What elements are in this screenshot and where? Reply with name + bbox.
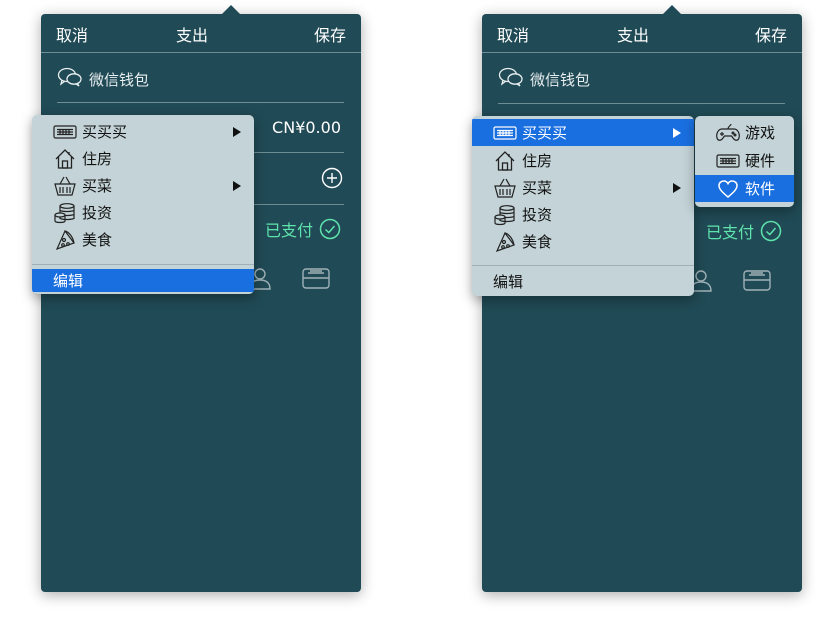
divider — [57, 102, 344, 103]
cancel-button[interactable]: 取消 — [56, 22, 88, 46]
wechat-icon — [57, 66, 89, 92]
check-circle-icon — [760, 220, 782, 242]
save-button[interactable]: 保存 — [755, 22, 787, 46]
save-button[interactable]: 保存 — [314, 22, 346, 46]
menu-item-groceries[interactable]: 买菜 — [32, 172, 254, 199]
menu-divider — [32, 264, 254, 265]
header-divider — [41, 52, 361, 53]
menu-item-food[interactable]: 美食 — [472, 228, 694, 255]
category-menu-left: 买买买 住房 买菜 投资 美食 编辑 — [32, 115, 254, 294]
wallet-selector[interactable]: 微信钱包 — [57, 66, 150, 92]
submenu-arrow-icon — [673, 182, 681, 193]
menu-item-groceries[interactable]: 买菜 — [472, 174, 694, 201]
header-divider — [482, 52, 802, 53]
house-icon — [492, 150, 518, 172]
submenu-arrow-icon — [673, 127, 681, 138]
keyboard-icon — [52, 121, 78, 143]
menu-divider — [472, 265, 694, 266]
heart-icon — [715, 178, 741, 200]
add-button[interactable] — [321, 167, 343, 193]
wallet-selector[interactable]: 微信钱包 — [498, 66, 591, 92]
page-title: 支出 — [176, 26, 209, 45]
tray-icon[interactable] — [301, 266, 331, 294]
amount-field[interactable]: CN¥0.00 — [272, 118, 341, 137]
menu-item-edit[interactable]: 编辑 — [32, 269, 254, 292]
cancel-button[interactable]: 取消 — [497, 22, 529, 46]
pizza-icon — [492, 231, 518, 253]
header: 取消 支出 保存 — [41, 14, 361, 52]
coins-icon — [52, 202, 78, 224]
submenu-arrow-icon — [233, 126, 241, 137]
menu-item-maimaimai[interactable]: 买买买 — [472, 119, 694, 146]
paid-label: 已支付 — [265, 221, 314, 240]
menu-item-food[interactable]: 美食 — [32, 226, 254, 253]
submenu-item-software[interactable]: 软件 — [695, 175, 794, 202]
pizza-icon — [52, 229, 78, 251]
divider — [498, 103, 785, 104]
category-menu-right: 买买买 住房 买菜 投资 美食 编辑 — [472, 116, 694, 296]
subcategory-menu: 游戏 硬件 软件 — [695, 116, 794, 207]
menu-item-housing[interactable]: 住房 — [32, 145, 254, 172]
paid-label: 已支付 — [706, 223, 755, 242]
house-icon — [52, 148, 78, 170]
coins-icon — [492, 204, 518, 226]
plus-circle-icon — [321, 167, 343, 189]
submenu-arrow-icon — [233, 180, 241, 191]
basket-icon — [52, 175, 78, 197]
menu-item-housing[interactable]: 住房 — [472, 147, 694, 174]
check-circle-icon — [319, 218, 341, 240]
payment-status[interactable]: 已支付 — [265, 217, 341, 241]
header: 取消 支出 保存 — [482, 14, 802, 52]
keyboard-icon — [715, 150, 741, 172]
basket-icon — [492, 177, 518, 199]
expense-panel-left: 取消 支出 保存 微信钱包 CN¥0.00 已支付 — [41, 5, 361, 592]
gamepad-icon — [715, 122, 741, 144]
wallet-label: 微信钱包 — [530, 70, 591, 89]
submenu-item-hardware[interactable]: 硬件 — [695, 147, 794, 174]
menu-item-maimaimai[interactable]: 买买买 — [32, 118, 254, 145]
expense-panel-right: 取消 支出 保存 微信钱包 已支付 — [482, 5, 802, 592]
menu-item-invest[interactable]: 投资 — [472, 201, 694, 228]
payment-status[interactable]: 已支付 — [706, 219, 782, 243]
keyboard-icon — [492, 122, 518, 144]
menu-item-edit[interactable]: 编辑 — [472, 269, 694, 294]
menu-item-invest[interactable]: 投资 — [32, 199, 254, 226]
page-title: 支出 — [617, 26, 650, 45]
wechat-icon — [498, 66, 530, 92]
tray-icon[interactable] — [742, 268, 772, 296]
wallet-label: 微信钱包 — [89, 70, 150, 89]
submenu-item-games[interactable]: 游戏 — [695, 119, 794, 146]
